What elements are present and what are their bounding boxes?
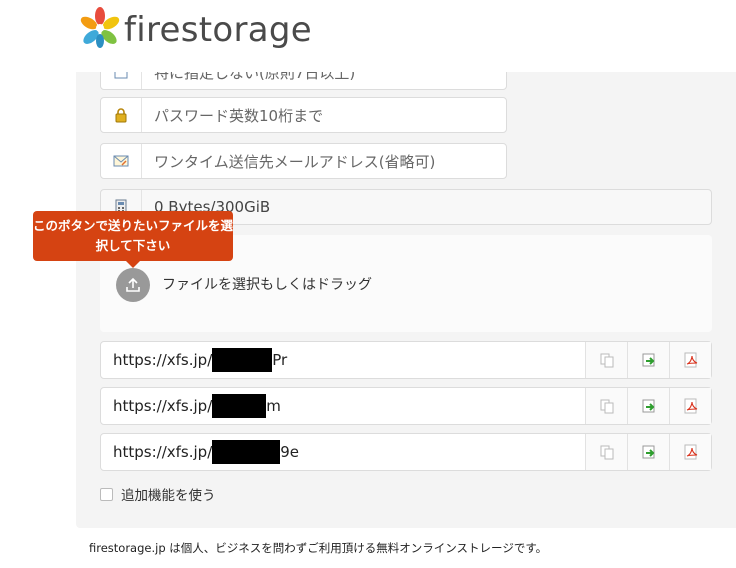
password-field[interactable]: パスワード英数10桁まで (100, 97, 507, 133)
url-prefix: https://xfs.jp/ (113, 351, 213, 369)
redacted-block (212, 348, 273, 372)
open-arrow-icon (642, 445, 654, 459)
copy-icon (600, 445, 613, 460)
email-field[interactable]: ワンタイム送信先メールアドレス(省略可) (100, 143, 507, 179)
url-text[interactable]: https://xfs.jp/m (101, 388, 585, 424)
extra-features-label: 追加機能を使う (121, 488, 216, 504)
url-row: https://xfs.jp/Pr (100, 341, 712, 379)
flower-logo-icon (80, 7, 120, 48)
open-button[interactable] (627, 388, 669, 424)
redacted-block (212, 394, 267, 418)
open-button[interactable] (627, 434, 669, 470)
url-prefix: https://xfs.jp/ (113, 443, 213, 461)
header: firestorage (0, 0, 736, 72)
url-row: https://xfs.jp/m (100, 387, 712, 425)
pdf-button[interactable] (669, 434, 711, 470)
extra-features-toggle[interactable]: 追加機能を使う (100, 484, 216, 504)
logo[interactable]: firestorage (78, 6, 378, 56)
pdf-button[interactable] (669, 388, 711, 424)
copy-button[interactable] (585, 342, 627, 378)
password-placeholder: パスワード英数10桁まで (154, 106, 324, 125)
tooltip-line-2: 択して下さい (95, 238, 171, 253)
extra-features-checkbox[interactable] (100, 487, 113, 501)
pdf-icon (684, 398, 697, 414)
redacted-block (212, 440, 281, 464)
open-arrow-icon (642, 399, 654, 413)
email-placeholder: ワンタイム送信先メールアドレス(省略可) (154, 152, 436, 171)
url-suffix: 9e (280, 443, 300, 461)
open-button[interactable] (627, 342, 669, 378)
url-text[interactable]: https://xfs.jp/Pr (101, 342, 585, 378)
copy-button[interactable] (585, 434, 627, 470)
upload-icon (126, 277, 140, 292)
copy-icon (600, 353, 613, 368)
tooltip-line-1: このボタンで送りたいファイルを選 (33, 218, 234, 233)
lock-icon (101, 98, 142, 132)
url-suffix: Pr (272, 351, 288, 369)
url-suffix: m (266, 397, 281, 415)
upload-tooltip: このボタンで送りたいファイルを選 択して下さい (33, 211, 234, 268)
brand-name: firestorage (124, 10, 313, 50)
pdf-button[interactable] (669, 342, 711, 378)
url-prefix: https://xfs.jp/ (113, 397, 213, 415)
pdf-icon (684, 444, 697, 460)
drop-zone-label: ファイルを選択もしくはドラッグ (162, 277, 372, 293)
footer-text: firestorage.jp は個人、ビジネスを問わずご利用頂ける無料オンライン… (89, 541, 548, 555)
url-text[interactable]: https://xfs.jp/9e (101, 434, 585, 470)
pdf-icon (684, 352, 697, 368)
open-arrow-icon (642, 353, 654, 367)
copy-button[interactable] (585, 388, 627, 424)
copy-icon (600, 399, 613, 414)
url-row: https://xfs.jp/9e (100, 433, 712, 471)
upload-button[interactable] (116, 268, 150, 302)
mail-icon (101, 144, 142, 178)
